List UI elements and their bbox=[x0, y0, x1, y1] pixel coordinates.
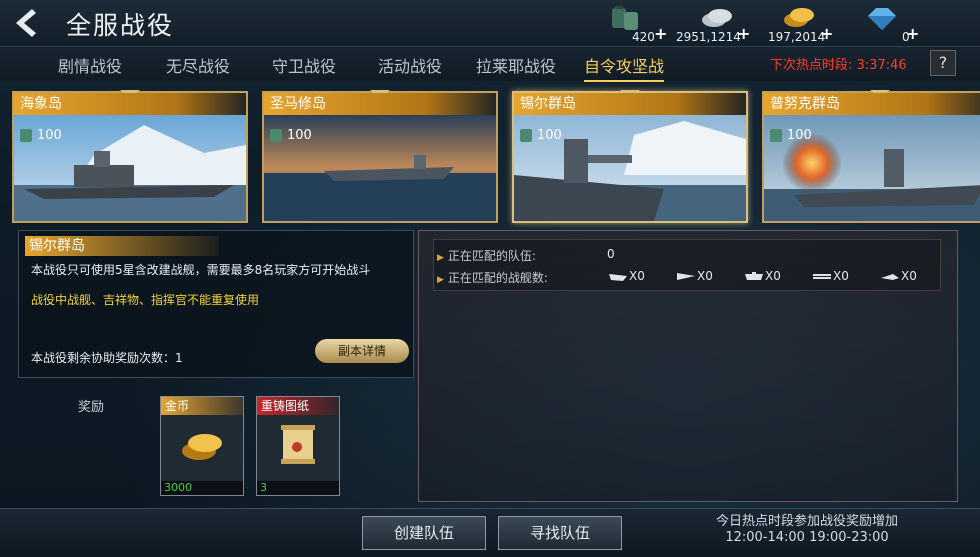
rewards-panel: 奖励 金币 3000 重铸图纸 3 bbox=[64, 388, 354, 498]
campaign-cost-value: 100 bbox=[537, 127, 562, 143]
add-silver-button[interactable]: + bbox=[737, 24, 750, 43]
ship-count-carrier: X0 bbox=[813, 269, 849, 283]
matching-teams-value: 0 bbox=[607, 247, 615, 261]
tab-rlyeh[interactable]: 拉莱耶战役 bbox=[476, 53, 556, 77]
campaign-cost-value: 100 bbox=[787, 127, 812, 143]
info-warning: 战役中战舰、吉祥物、指挥官不能重复使用 bbox=[31, 293, 260, 307]
reward-name: 金币 bbox=[161, 397, 243, 415]
ship-count-value: X0 bbox=[697, 269, 713, 283]
gold-coin-icon bbox=[182, 434, 222, 460]
campaign-name: 普努克群岛 bbox=[764, 93, 980, 115]
reward-count: 3000 bbox=[161, 481, 243, 495]
back-button[interactable] bbox=[8, 6, 46, 40]
create-team-button[interactable]: 创建队伍 bbox=[362, 516, 486, 550]
tab-event[interactable]: 活动战役 bbox=[378, 53, 442, 77]
info-description: 本战役只可使用5星含改建战舰，需要最多8名玩家方可开始战斗 bbox=[31, 263, 371, 277]
add-fuel-button[interactable]: + bbox=[654, 24, 667, 43]
fuel-tank-icon bbox=[770, 129, 782, 142]
back-arrow-icon bbox=[16, 9, 36, 37]
battleship-icon bbox=[745, 271, 763, 280]
reward-count: 3 bbox=[257, 481, 339, 495]
info-title: 锡尔群岛 bbox=[25, 236, 219, 256]
hot-time-label: 下次热点时段: bbox=[770, 58, 853, 73]
matching-teams-row: ▶ 正在匹配的队伍: bbox=[437, 249, 536, 263]
rewards-label: 奖励 bbox=[78, 400, 105, 415]
fuel-value: 420 bbox=[632, 30, 655, 44]
find-team-button[interactable]: 寻找队伍 bbox=[498, 516, 622, 550]
ship-count-value: X0 bbox=[629, 269, 645, 283]
add-diamond-button[interactable]: + bbox=[906, 24, 919, 43]
currency-gold: 197,2014 + bbox=[768, 2, 834, 46]
ship-count-battleship: X0 bbox=[745, 269, 781, 283]
campaign-cost: 100 bbox=[268, 127, 312, 143]
cruiser-icon bbox=[677, 272, 695, 280]
matching-ships-label: 正在匹配的战舰数: bbox=[447, 271, 548, 285]
campaign-info-panel: 锡尔群岛 本战役只可使用5星含改建战舰，需要最多8名玩家方可开始战斗 战役中战舰… bbox=[18, 230, 414, 378]
silver-value: 2951,1214 bbox=[676, 30, 741, 44]
campaign-name: 圣马修岛 bbox=[264, 93, 496, 115]
tab-story[interactable]: 剧情战役 bbox=[58, 53, 122, 77]
hot-time-countdown: 3:37:46 bbox=[856, 58, 907, 73]
blueprint-scroll-icon bbox=[281, 425, 315, 464]
matching-panel: ▶ 正在匹配的队伍: 0 ▶ 正在匹配的战舰数: X0 X0 X0 X0 X0 bbox=[418, 230, 958, 502]
tab-guard[interactable]: 守卫战役 bbox=[272, 53, 336, 77]
ship-count-value: X0 bbox=[765, 269, 781, 283]
campaign-card-walrus[interactable]: 海象岛 100 bbox=[12, 90, 248, 223]
carrier-icon bbox=[813, 273, 831, 279]
gold-value: 197,2014 bbox=[768, 30, 826, 44]
tab-assault[interactable]: 自令攻坚战 bbox=[584, 53, 665, 82]
help-button[interactable]: ? bbox=[930, 50, 956, 76]
detail-button[interactable]: 副本详情 bbox=[315, 339, 409, 363]
submarine-icon bbox=[881, 273, 899, 280]
ship-count-value: X0 bbox=[833, 269, 849, 283]
currency-silver: 2951,1214 + bbox=[676, 2, 756, 46]
campaign-name: 锡尔群岛 bbox=[514, 93, 746, 115]
campaign-cost: 100 bbox=[518, 127, 562, 143]
notice-line-1: 今日热点时段参加战役奖励增加 bbox=[716, 514, 899, 529]
matching-teams-label: 正在匹配的队伍: bbox=[447, 249, 536, 263]
matching-ships-row: ▶ 正在匹配的战舰数: bbox=[437, 271, 548, 285]
add-gold-button[interactable]: + bbox=[820, 24, 833, 43]
fuel-tank-icon bbox=[20, 129, 32, 142]
ship-count-value: X0 bbox=[901, 269, 917, 283]
ship-count-destroyer: X0 bbox=[609, 269, 645, 283]
fuel-tank-icon bbox=[520, 129, 532, 142]
tab-endless[interactable]: 无尽战役 bbox=[166, 53, 230, 77]
page-title: 全服战役 bbox=[66, 11, 175, 40]
currency-fuel: 420 + bbox=[606, 2, 668, 46]
ship-count-cruiser: X0 bbox=[677, 269, 713, 283]
top-bar: 全服战役 420 + 2951,1214 + 197,2014 + 0 + bbox=[0, 0, 980, 47]
hot-time: 下次热点时段: 3:37:46 bbox=[770, 54, 907, 73]
ship-count-submarine: X0 bbox=[881, 269, 917, 283]
destroyer-icon bbox=[609, 273, 627, 281]
hot-time-notice: 今日热点时段参加战役奖励增加 12:00-14:00 19:00-23:00 bbox=[716, 514, 898, 546]
campaign-cost-value: 100 bbox=[37, 127, 62, 143]
reward-item-blueprint[interactable]: 重铸图纸 3 bbox=[256, 396, 340, 496]
notice-line-2: 12:00-14:00 19:00-23:00 bbox=[725, 530, 889, 545]
campaign-cost: 100 bbox=[18, 127, 62, 143]
campaign-card-punuk-islands[interactable]: 普努克群岛 100 bbox=[762, 90, 980, 223]
diamond-icon bbox=[868, 8, 896, 30]
campaign-name: 海象岛 bbox=[14, 93, 246, 115]
campaign-card-st-matthew[interactable]: 圣马修岛 100 bbox=[262, 90, 498, 223]
campaign-cost: 100 bbox=[768, 127, 812, 143]
campaign-card-sil-islands[interactable]: 锡尔群岛 100 bbox=[512, 90, 748, 223]
assist-reward-remaining: 本战役剩余协助奖励次数：1 bbox=[31, 351, 183, 365]
fuel-tank-icon bbox=[270, 129, 282, 142]
currency-diamond: 0 + bbox=[862, 2, 922, 46]
campaign-cost-value: 100 bbox=[287, 127, 312, 143]
reward-name: 重铸图纸 bbox=[257, 397, 339, 415]
reward-item-gold[interactable]: 金币 3000 bbox=[160, 396, 244, 496]
